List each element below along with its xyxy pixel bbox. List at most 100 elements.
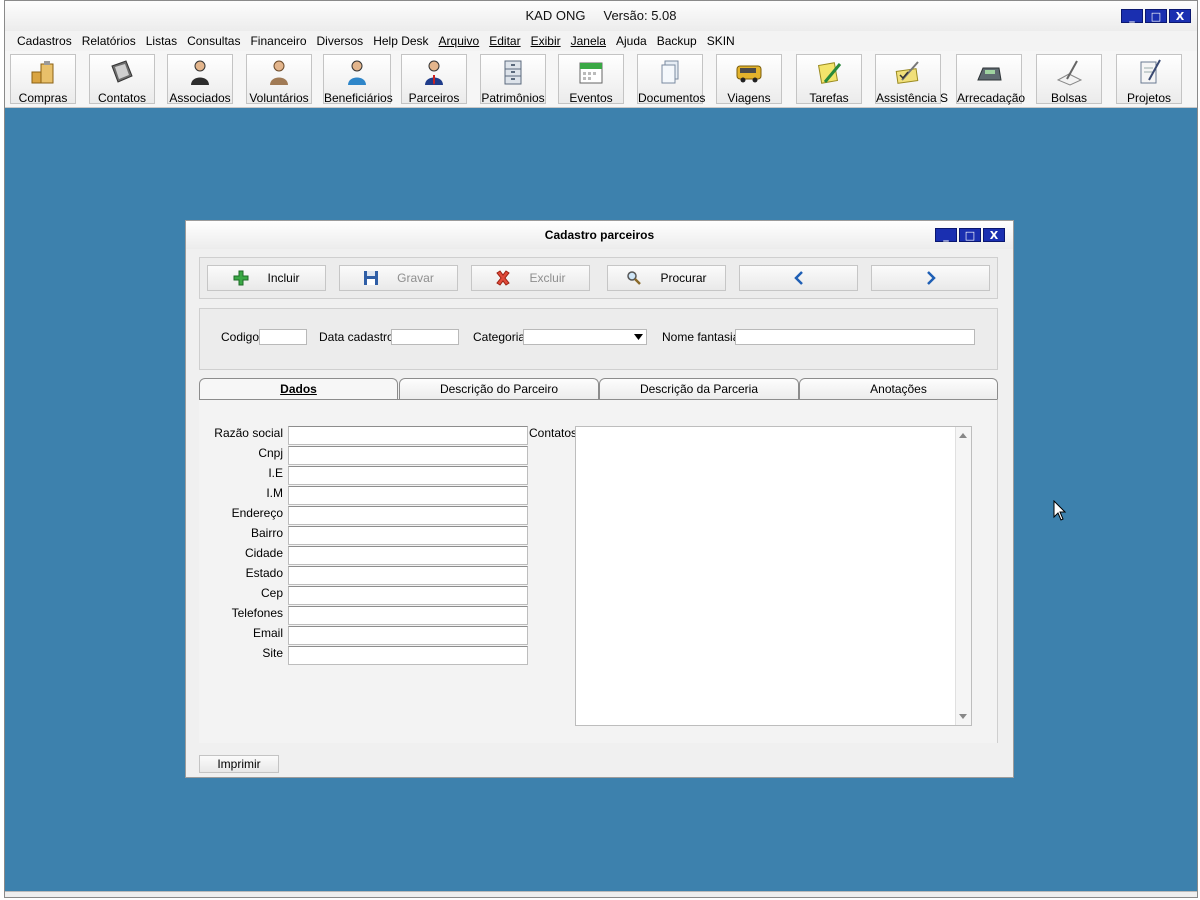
razao-social-input[interactable] xyxy=(288,426,528,445)
email-input[interactable] xyxy=(288,626,528,645)
menu-relatorios[interactable]: Relatórios xyxy=(82,31,136,51)
toolbar-arrecadacao-button[interactable]: Arrecadação xyxy=(956,54,1025,105)
menu-diversos[interactable]: Diversos xyxy=(317,31,364,51)
incluir-label: Incluir xyxy=(267,271,300,285)
menu-financeiro[interactable]: Financeiro xyxy=(250,31,306,51)
menu-backup[interactable]: Backup xyxy=(657,31,697,51)
chevron-left-icon xyxy=(793,271,803,285)
menu-ajuda[interactable]: Ajuda xyxy=(616,31,647,51)
previous-record-button[interactable] xyxy=(739,265,858,291)
menu-editar[interactable]: Editar xyxy=(489,31,520,51)
toolbar-eventos-button[interactable]: Eventos xyxy=(558,54,624,105)
minimize-button[interactable]: _ xyxy=(1121,9,1143,23)
cidade-label: Cidade xyxy=(244,546,283,560)
cnpj-label: Cnpj xyxy=(258,446,283,460)
procurar-button[interactable]: Procurar xyxy=(607,265,726,291)
person-icon xyxy=(270,60,288,85)
calendar-icon xyxy=(579,62,603,84)
categoria-select[interactable] xyxy=(523,329,647,345)
excluir-button[interactable]: Excluir xyxy=(471,265,590,291)
toolbar-parceiros-button[interactable]: Parceiros xyxy=(401,54,467,105)
toolbar-label: Compras xyxy=(18,91,68,105)
child-maximize-button[interactable]: □ xyxy=(959,228,981,242)
menu-consultas[interactable]: Consultas xyxy=(187,31,240,51)
person-suit-icon xyxy=(191,60,209,85)
person-tie-icon xyxy=(425,60,443,85)
menu-arquivo[interactable]: Arquivo xyxy=(439,31,480,51)
toolbar-beneficiarios-button[interactable]: Beneficiários xyxy=(323,54,393,105)
contatos-scrollbar[interactable] xyxy=(955,427,971,725)
toolbar-compras-button[interactable]: Compras xyxy=(10,54,76,105)
toolbar-voluntarios-button[interactable]: Voluntários xyxy=(246,54,312,105)
toolbar-documentos-button[interactable]: Documentos xyxy=(637,54,705,105)
child-titlebar[interactable]: Cadastro parceiros xyxy=(186,221,1013,249)
next-record-button[interactable] xyxy=(871,265,990,291)
tab-descricao-parceria[interactable]: Descrição da Parceria xyxy=(599,378,799,399)
toolbar-label: Tarefas xyxy=(809,91,849,105)
tab-descricao-parceiro[interactable]: Descrição do Parceiro xyxy=(399,378,599,399)
toolbar-label: Associados xyxy=(169,91,231,105)
menu-exibir[interactable]: Exibir xyxy=(531,31,561,51)
menu-janela[interactable]: Janela xyxy=(571,31,606,51)
contatos-memo[interactable] xyxy=(575,426,972,726)
categoria-label: Categoria xyxy=(473,330,526,344)
site-label: Site xyxy=(262,646,283,660)
maximize-button[interactable]: □ xyxy=(1145,9,1167,23)
toolbar-assistencia-button[interactable]: Assistência S xyxy=(875,54,948,105)
toolbar-label: Voluntários xyxy=(249,91,309,105)
cash-register-icon xyxy=(977,67,1002,81)
cidade-input[interactable] xyxy=(288,546,528,565)
imprimir-button[interactable]: Imprimir xyxy=(199,755,279,773)
cabinet-icon xyxy=(504,60,522,85)
toolbar-patrimonios-button[interactable]: Patrimônios xyxy=(480,54,546,105)
toolbar-label: Parceiros xyxy=(408,91,460,105)
codigo-input[interactable] xyxy=(259,329,307,345)
menu-skin[interactable]: SKIN xyxy=(707,31,735,51)
incluir-button[interactable]: Incluir xyxy=(207,265,326,291)
checklist-pen-icon xyxy=(895,61,919,84)
menu-listas[interactable]: Listas xyxy=(146,31,177,51)
estado-input[interactable] xyxy=(288,566,528,585)
data-cadastro-input[interactable] xyxy=(391,329,459,345)
child-minimize-button[interactable]: _ xyxy=(935,228,957,242)
toolbar-associados-button[interactable]: Associados xyxy=(167,54,233,105)
child-close-button[interactable]: X xyxy=(983,228,1005,242)
plus-icon xyxy=(233,270,249,286)
cep-input[interactable] xyxy=(288,586,528,605)
chevron-down-icon[interactable] xyxy=(634,334,643,340)
im-label: I.M xyxy=(266,486,283,500)
site-input[interactable] xyxy=(288,646,528,665)
bairro-label: Bairro xyxy=(250,526,283,540)
endereco-input[interactable] xyxy=(288,506,528,525)
gravar-button[interactable]: Gravar xyxy=(339,265,458,291)
ie-label: I.E xyxy=(268,466,283,480)
scroll-up-icon[interactable] xyxy=(959,433,967,438)
toolbar-contatos-button[interactable]: Contatos xyxy=(89,54,155,105)
cnpj-input[interactable] xyxy=(288,446,528,465)
menu-cadastros[interactable]: Cadastros xyxy=(17,31,72,51)
procurar-label: Procurar xyxy=(660,271,707,285)
im-input[interactable] xyxy=(288,486,528,505)
telefones-label: Telefones xyxy=(231,606,283,620)
codigo-label: Codigo xyxy=(221,330,260,344)
tab-dados[interactable]: Dados xyxy=(199,378,398,399)
tab-anotacoes[interactable]: Anotações xyxy=(799,378,998,399)
scroll-down-icon[interactable] xyxy=(959,714,967,719)
toolbar-label: Patrimônios xyxy=(481,91,545,105)
nome-fantasia-input[interactable] xyxy=(735,329,975,345)
toolbar-label: Bolsas xyxy=(1050,91,1088,105)
excluir-label: Excluir xyxy=(529,271,566,285)
telefones-input[interactable] xyxy=(288,606,528,625)
toolbar-viagens-button[interactable]: Viagens xyxy=(716,54,782,105)
ie-input[interactable] xyxy=(288,466,528,485)
toolbar-tarefas-button[interactable]: Tarefas xyxy=(796,54,862,105)
toolbar-bolsas-button[interactable]: Bolsas xyxy=(1036,54,1102,105)
cep-label: Cep xyxy=(260,586,283,600)
bairro-input[interactable] xyxy=(288,526,528,545)
status-bar xyxy=(5,891,1197,897)
address-book-icon xyxy=(111,60,133,83)
toolbar-label: Projetos xyxy=(1126,91,1172,105)
menu-help-desk[interactable]: Help Desk xyxy=(373,31,428,51)
close-button[interactable]: X xyxy=(1169,9,1191,23)
toolbar-projetos-button[interactable]: Projetos xyxy=(1116,54,1182,105)
